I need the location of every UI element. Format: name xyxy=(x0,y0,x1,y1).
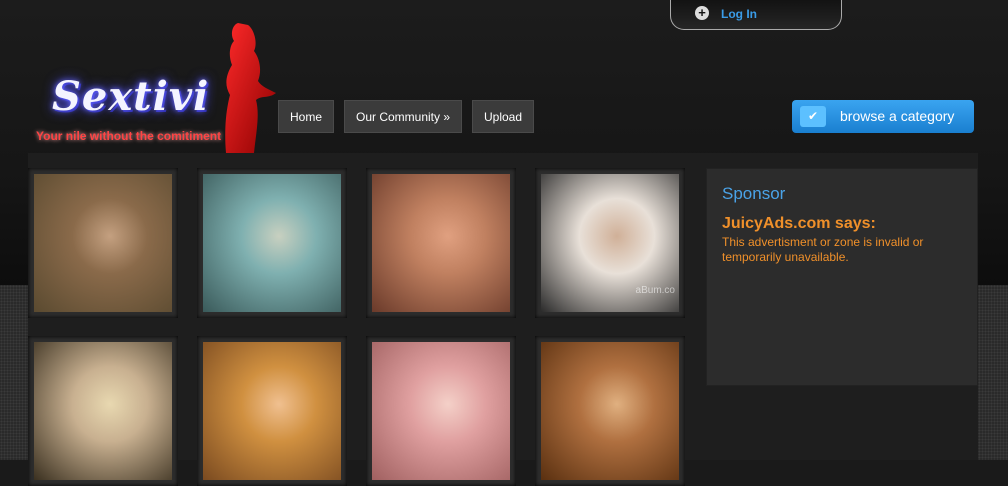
chevron-down-icon: ✔ xyxy=(800,106,826,127)
plus-icon: + xyxy=(695,6,709,20)
thumbnail-image xyxy=(34,342,172,480)
thumbnail-watermark: aBum.co xyxy=(635,285,675,296)
logo-text: Sextivi xyxy=(52,73,210,120)
sponsor-message: This advertisment or zone is invalid or … xyxy=(722,235,924,264)
nav-upload[interactable]: Upload xyxy=(472,100,534,133)
video-thumbnail-6[interactable] xyxy=(197,336,347,486)
nav-our-community[interactable]: Our Community » xyxy=(344,100,462,133)
video-thumbnail-4[interactable]: aBum.co xyxy=(535,168,685,318)
thumbnail-image xyxy=(203,174,341,312)
sponsor-heading: JuicyAds.com says: xyxy=(722,215,876,232)
sponsor-box: Sponsor JuicyAds.com says: This advertis… xyxy=(706,168,978,386)
video-thumbnail-5[interactable] xyxy=(28,336,178,486)
thumbnail-image: aBum.co xyxy=(541,174,679,312)
thumbnail-image xyxy=(372,342,510,480)
logo-tagline: Your nile without the comitiment xyxy=(36,129,222,143)
site-logo[interactable]: Sextivi Your nile without the comitiment xyxy=(30,15,340,155)
thumbnail-image xyxy=(34,174,172,312)
video-thumbnail-3[interactable] xyxy=(366,168,516,318)
thumbnail-image xyxy=(203,342,341,480)
browse-category-label: browse a category xyxy=(840,108,955,124)
login-link[interactable]: Log In xyxy=(721,7,757,21)
video-thumbnail-8[interactable] xyxy=(535,336,685,486)
browse-category-button[interactable]: ✔ browse a category xyxy=(792,100,974,133)
sponsor-title: Sponsor xyxy=(722,184,786,203)
thumbnail-image xyxy=(541,342,679,480)
login-tab[interactable]: + Log In xyxy=(670,0,842,30)
thumbnail-image xyxy=(372,174,510,312)
video-thumbnail-1[interactable] xyxy=(28,168,178,318)
video-thumbnail-7[interactable] xyxy=(366,336,516,486)
video-thumbnail-2[interactable] xyxy=(197,168,347,318)
nav-home[interactable]: Home xyxy=(278,100,334,133)
